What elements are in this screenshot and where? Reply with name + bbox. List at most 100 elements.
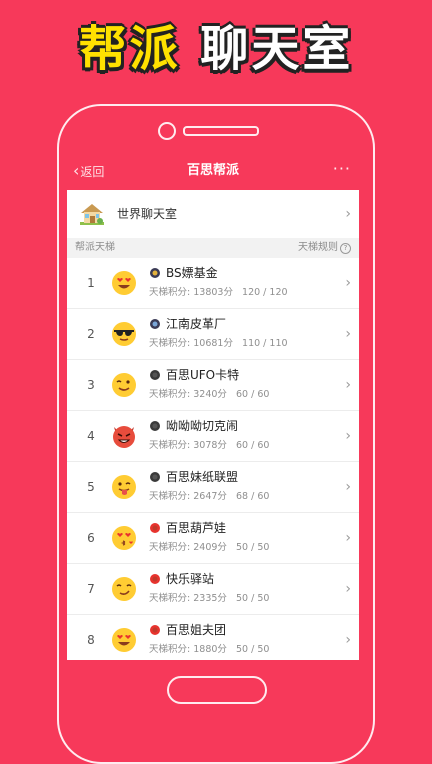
gang-name: 江南皮革厂 (166, 317, 227, 331)
rank-number: 7 (87, 582, 95, 596)
ladder-rules-label: 天梯规则 (298, 242, 338, 253)
gang-stats: 天梯积分: 3078分 60 / 60 (149, 439, 269, 453)
score-label: 天梯积分: (149, 542, 191, 553)
gang-row[interactable]: 8 百思姐夫团 天梯积分: 1880分 50 / 50 › (67, 615, 359, 660)
member-count: 50 / 50 (235, 593, 270, 604)
gang-name: 百思UFO卡特 (166, 368, 240, 382)
heart-eyes-emoji-icon (112, 628, 136, 652)
gang-badge-icon (150, 370, 160, 380)
gang-row[interactable]: 6 百思葫芦娃 天梯积分: 2409分 50 / 50 › (67, 513, 359, 564)
gang-badge-icon (150, 574, 160, 584)
banner-word-chatroom: 聊天室 (200, 21, 354, 77)
score-value: 1880分 (193, 644, 227, 655)
member-count: 50 / 50 (235, 542, 270, 553)
gang-name: BS嫖基金 (166, 266, 218, 280)
score-label: 天梯积分: (149, 491, 191, 502)
kiss-emoji-icon (112, 526, 136, 550)
member-count: 120 / 120 (242, 287, 288, 298)
gang-stats: 天梯积分: 2335分 50 / 50 (149, 592, 269, 606)
devil-emoji-icon (113, 426, 135, 448)
gang-stats: 天梯积分: 3240分 60 / 60 (149, 388, 269, 402)
score-value: 10681分 (193, 338, 233, 349)
gang-row[interactable]: 5 百思妹纸联盟 天梯积分: 2647分 68 / 60 › (67, 462, 359, 513)
rank-number: 6 (87, 531, 95, 545)
rank-number: 3 (87, 378, 95, 392)
chevron-right-icon: › (345, 479, 351, 495)
rank-number: 2 (87, 327, 95, 341)
score-value: 13803分 (193, 287, 233, 298)
chevron-right-icon: › (345, 581, 351, 597)
gang-stats: 天梯积分: 10681分 110 / 110 (149, 337, 288, 351)
app-screen: ‹返回 百思帮派 ··· 世界聊天室 › 帮派天梯 天梯规则? 1 BS嫖基金 … (67, 152, 359, 660)
chevron-right-icon: › (345, 428, 351, 444)
gang-stats: 天梯积分: 2647分 68 / 60 (149, 490, 269, 504)
gang-row[interactable]: 7 快乐驿站 天梯积分: 2335分 50 / 50 › (67, 564, 359, 615)
gang-name: 呦呦呦切克闹 (166, 419, 239, 433)
member-count: 60 / 60 (235, 389, 270, 400)
gang-stats: 天梯积分: 2409分 50 / 50 (149, 541, 269, 555)
score-value: 2409分 (193, 542, 227, 553)
ladder-section-header: 帮派天梯 天梯规则? (67, 238, 359, 258)
more-icon[interactable]: ··· (333, 152, 351, 190)
gang-row[interactable]: 3 百思UFO卡特 天梯积分: 3240分 60 / 60 › (67, 360, 359, 411)
member-count: 68 / 60 (235, 491, 270, 502)
sunglasses-emoji-icon (112, 322, 136, 346)
gang-badge-icon (150, 319, 160, 329)
gang-row[interactable]: 4 呦呦呦切克闹 天梯积分: 3078分 60 / 60 › (67, 411, 359, 462)
chevron-right-icon: › (345, 632, 351, 648)
phone-camera-icon (158, 122, 176, 140)
chevron-right-icon: › (345, 377, 351, 393)
smirk-emoji-icon (112, 577, 136, 601)
score-label: 天梯积分: (149, 389, 191, 400)
tongue-emoji-icon (112, 475, 136, 499)
gang-name: 快乐驿站 (166, 572, 215, 586)
rank-number: 8 (87, 633, 95, 647)
chevron-right-icon: › (345, 206, 351, 222)
score-value: 2647分 (193, 491, 227, 502)
score-label: 天梯积分: (149, 440, 191, 451)
banner-word-gang: 帮派 (78, 21, 181, 77)
gang-row[interactable]: 1 BS嫖基金 天梯积分: 13803分 120 / 120 › (67, 258, 359, 309)
gang-ladder-list: 1 BS嫖基金 天梯积分: 13803分 120 / 120 › 2 江南皮革厂… (67, 258, 359, 660)
gang-name: 百思姐夫团 (166, 623, 227, 637)
house-icon (80, 204, 104, 225)
world-chat-label: 世界聊天室 (117, 207, 178, 221)
score-label: 天梯积分: (149, 644, 191, 655)
ladder-rules-link[interactable]: 天梯规则? (298, 238, 351, 258)
score-label: 天梯积分: (149, 593, 191, 604)
gang-badge-icon (150, 268, 160, 278)
score-value: 2335分 (193, 593, 227, 604)
rank-number: 4 (87, 429, 95, 443)
world-chat-entry[interactable]: 世界聊天室 › (67, 190, 359, 239)
score-value: 3240分 (193, 389, 227, 400)
gang-badge-icon (150, 472, 160, 482)
page-title: 百思帮派 (186, 163, 239, 178)
chevron-right-icon: › (345, 326, 351, 342)
heart-eyes-emoji-icon (112, 271, 136, 295)
nav-bar: ‹返回 百思帮派 ··· (67, 152, 359, 190)
member-count: 110 / 110 (242, 338, 288, 349)
rank-number: 1 (87, 276, 95, 290)
score-value: 3078分 (193, 440, 227, 451)
score-label: 天梯积分: (149, 287, 191, 298)
gang-badge-icon (150, 523, 160, 533)
gang-badge-icon (150, 421, 160, 431)
promo-banner-title: 帮派 聊天室 (0, 10, 432, 88)
gang-badge-icon (150, 625, 160, 635)
gang-row[interactable]: 2 江南皮革厂 天梯积分: 10681分 110 / 110 › (67, 309, 359, 360)
chevron-right-icon: › (345, 530, 351, 546)
ladder-title: 帮派天梯 (75, 242, 115, 253)
gang-stats: 天梯积分: 13803分 120 / 120 (149, 286, 288, 300)
help-icon: ? (340, 243, 351, 254)
member-count: 60 / 60 (235, 440, 270, 451)
member-count: 50 / 50 (235, 644, 270, 655)
gang-name: 百思妹纸联盟 (166, 470, 239, 484)
score-label: 天梯积分: (149, 338, 191, 349)
chevron-right-icon: › (345, 275, 351, 291)
phone-home-button (167, 676, 267, 704)
gang-name: 百思葫芦娃 (166, 521, 227, 535)
gang-stats: 天梯积分: 1880分 50 / 50 (149, 643, 269, 657)
phone-speaker-icon (183, 126, 259, 136)
rank-number: 5 (87, 480, 95, 494)
wink-emoji-icon (112, 373, 136, 397)
